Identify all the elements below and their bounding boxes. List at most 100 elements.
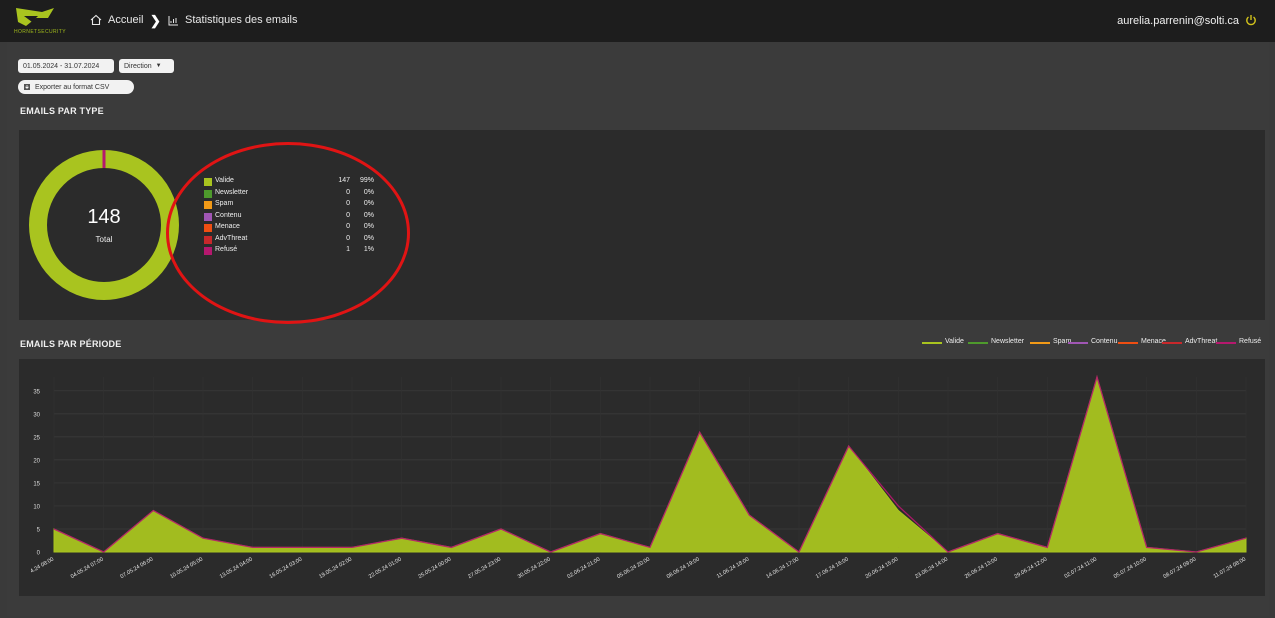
legend-name: Valide [215,177,234,184]
total-count: 148 [87,206,121,228]
x-tick-label: 11.06.24 18:00 [716,557,750,580]
power-icon[interactable] [1245,14,1257,26]
legend-row-refus: Refusé 1 1% [204,246,374,257]
legend-line [1162,342,1182,344]
legend-row-valide: Valide 147 99% [204,177,374,188]
period-legend-item-advthreat[interactable]: AdvThreat [1162,338,1217,348]
chart-icon [168,15,178,25]
x-tick-label: 26.06.24 13:00 [964,557,999,581]
x-tick-label: 02.07.24 11:00 [1064,557,1098,580]
legend-swatch [204,189,212,198]
export-csv-button[interactable]: Exporter au format CSV [18,80,134,94]
x-tick-label: 22.05.24 01:00 [368,557,403,581]
caret-down-icon: ▼ [155,63,162,69]
x-tick-label: 27.05.24 23:00 [467,557,502,581]
legend-line [1068,342,1088,344]
page-title: Statistiques des emails [185,14,298,26]
legend-line [922,342,942,344]
home-icon [90,14,102,26]
y-tick-label: 15 [33,481,40,487]
legend-percent: 0% [363,200,374,207]
section-title-type: EMAILS PAR TYPE [20,106,104,116]
x-tick-label: 02.06.24 21:00 [567,557,602,581]
legend-count: 0 [346,234,350,242]
legend-percent: 1% [363,246,374,253]
legend-swatch [204,212,212,221]
legend-label: Newsletter [991,338,1025,345]
chevron-right-icon: ❯ [150,13,161,28]
legend-name: Contenu [215,211,242,219]
legend-name: AdvThreat [215,234,248,242]
y-tick-label: 20 [33,458,40,464]
legend-count: 0 [346,223,350,230]
section-title-period: EMAILS PAR PÉRIODE [20,339,122,349]
legend-row-menace: Menace 0 0% [204,223,374,234]
legend-name: Newsletter [215,188,249,196]
x-tick-label: 29.06.24 12:00 [1014,557,1049,581]
breadcrumb-home-label: Accueil [108,14,144,26]
period-area-chart: 0 5 10 15 20 25 30 35 4.24 08:00 04.05.24 07:00 07… [29,374,1247,581]
legend-swatch [204,201,212,209]
legend-count: 147 [338,177,350,184]
legend-row-spam: Spam 0 0% [204,200,374,211]
x-tick-label: 14.06.24 17:00 [765,557,800,581]
legend-swatch [204,178,212,186]
y-tick-label: 10 [33,504,40,510]
period-legend-item-newsletter[interactable]: Newsletter [968,338,1030,348]
y-tick-label: 35 [33,389,40,395]
date-range-picker[interactable]: 01.05.2024 - 31.07.2024 [18,59,114,73]
period-legend-item-refus[interactable]: Refusé [1216,338,1262,348]
legend-line [1118,342,1138,344]
legend-name: Menace [215,223,240,230]
breadcrumb-current: Statistiques des emails [168,14,298,26]
legend-count: 0 [346,211,350,219]
x-tick-label: 19.05.24 02:00 [318,557,353,581]
legend-name: Refusé [215,246,238,253]
period-legend-item-menace[interactable]: Menace [1118,338,1166,348]
legend-percent: 0% [363,223,374,230]
x-tick-label: 16.05.24 03:00 [269,557,304,581]
direction-dropdown[interactable]: Direction ▼ [119,59,174,73]
x-tick-label: 08.07.24 09:00 [1163,557,1198,581]
y-tick-label: 5 [37,527,41,533]
download-icon [24,84,30,90]
x-tick-label: 13.05.24 04:00 [219,557,254,581]
direction-label: Direction [124,62,152,70]
total-label: Total [95,235,113,244]
y-tick-label: 25 [33,435,40,441]
x-tick-label: 23.06.24 14:00 [914,557,949,581]
legend-swatch [204,247,212,255]
period-legend-item-spam[interactable]: Spam [1030,338,1071,348]
x-tick-label: 4.24 08:00 [29,557,55,575]
x-tick-label: 30.05.24 22:00 [517,557,552,581]
legend-label: Refusé [1239,338,1262,345]
y-tick-label: 0 [37,551,41,557]
legend-count: 0 [346,200,350,207]
legend-row-advthreat: AdvThreat 0 0% [204,235,374,246]
legend-row-newsletter: Newsletter 0 0% [204,189,374,200]
legend-percent: 99% [359,177,374,184]
export-csv-label: Exporter au format CSV [35,83,110,91]
legend-percent: 0% [363,211,374,219]
x-tick-label: 25.05.24 00:00 [418,557,453,581]
legend-line [1030,342,1050,344]
legend-percent: 0% [363,188,374,196]
legend-percent: 0% [363,234,374,242]
legend-count: 1 [346,246,350,253]
x-tick-label: 04.05.24 07:00 [70,557,105,581]
breadcrumb-home[interactable]: Accueil [90,14,143,26]
x-tick-label: 05.06.24 20:00 [616,557,651,581]
user-email[interactable]: aurelia.parrenin@solti.ca [1117,15,1239,27]
period-legend-item-contenu[interactable]: Contenu [1068,338,1118,348]
legend-line [968,342,988,344]
x-tick-label: 08.06.24 19:00 [666,557,701,581]
x-tick-label: 17.06.24 16:00 [815,557,850,581]
legend-label: Contenu [1091,338,1118,345]
period-legend-item-valide[interactable]: Valide [922,338,968,348]
logo-text: HORNETSECURITY [14,29,66,35]
x-tick-label: 05.07.24 10:00 [1113,557,1148,581]
legend-line [1216,342,1236,344]
x-tick-label: 10.05.24 05:00 [169,557,204,581]
legend-swatch [204,235,212,244]
x-tick-label: 07.05.24 06:00 [120,557,155,581]
